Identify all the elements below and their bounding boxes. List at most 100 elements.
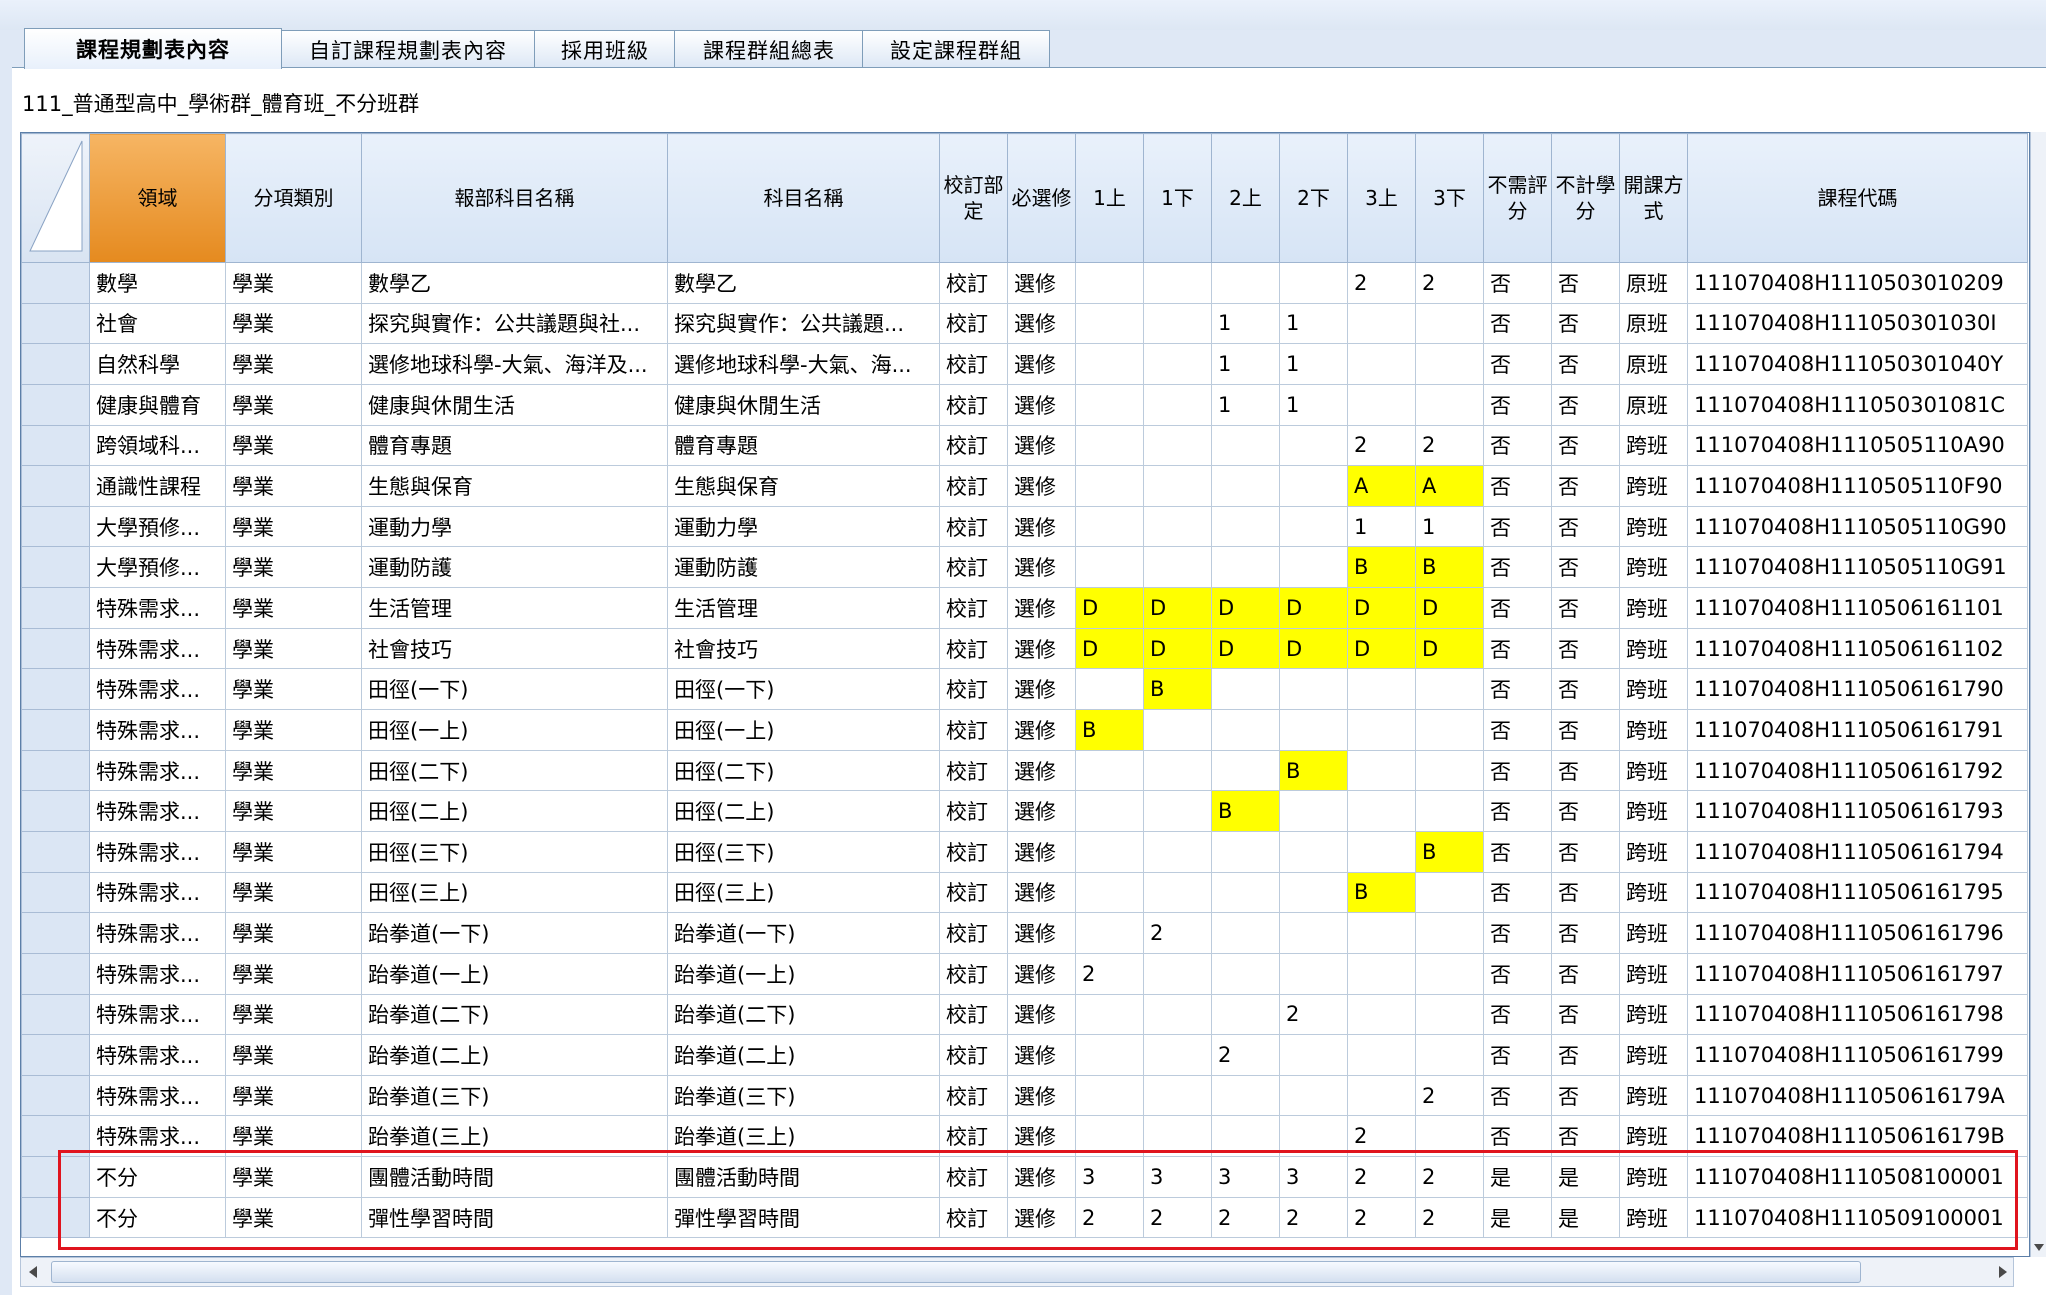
row-selector[interactable] [21, 993, 90, 1036]
column-header[interactable]: 報部科目名稱 [361, 133, 668, 263]
table-cell[interactable]: 跨班 [1619, 424, 1688, 467]
table-cell[interactable]: D [1279, 627, 1348, 670]
table-cell[interactable]: 選修 [1007, 1196, 1076, 1239]
table-cell[interactable]: 特殊需求... [89, 709, 226, 751]
table-cell[interactable] [1211, 830, 1280, 873]
table-cell[interactable]: 跆拳道(三下) [667, 1074, 940, 1117]
table-cell[interactable]: 大學預修... [89, 546, 226, 589]
table-cell[interactable] [1415, 952, 1484, 995]
table-cell[interactable]: D [1143, 627, 1212, 670]
table-cell[interactable]: 否 [1483, 383, 1552, 426]
table-cell[interactable]: 田徑(二上) [667, 790, 940, 832]
table-cell[interactable]: 否 [1551, 302, 1620, 345]
table-cell[interactable]: 選修 [1007, 546, 1076, 589]
table-cell[interactable] [1211, 749, 1280, 792]
table-row[interactable]: 大學預修... 學業 運動防護 運動防護 校訂 選修 B B 否否跨班 111070408H111… [21, 546, 2028, 589]
table-cell[interactable] [1143, 343, 1212, 385]
table-cell[interactable]: 3 [1143, 1156, 1212, 1198]
table-cell[interactable]: 運動防護 [361, 546, 668, 589]
table-cell[interactable]: 大學預修... [89, 505, 226, 548]
column-header[interactable]: 校訂部定 [939, 133, 1008, 263]
table-cell[interactable]: 否 [1551, 871, 1620, 914]
table-cell[interactable]: 否 [1551, 343, 1620, 385]
table-row[interactable]: 特殊需求... 學業 跆拳道(一下) 跆拳道(一下) 校訂 選修 2 否否跨班 11107040… [21, 912, 2028, 954]
table-cell[interactable]: 否 [1551, 709, 1620, 751]
table-cell[interactable] [1211, 1115, 1280, 1158]
table-cell[interactable] [1211, 262, 1280, 304]
table-cell[interactable]: 111070408H1110506161797 [1687, 952, 2028, 995]
table-cell[interactable] [1415, 993, 1484, 1036]
table-cell[interactable]: 1 [1211, 302, 1280, 345]
table-cell[interactable]: 學業 [225, 830, 362, 873]
table-cell[interactable] [1347, 952, 1416, 995]
row-selector[interactable] [21, 871, 90, 914]
table-cell[interactable] [1279, 790, 1348, 832]
table-cell[interactable]: 否 [1483, 668, 1552, 711]
table-row[interactable]: 特殊需求... 學業 跆拳道(二下) 跆拳道(二下) 校訂 選修 2 否否跨班 11107040… [21, 993, 2028, 1036]
table-cell[interactable]: 學業 [225, 302, 362, 345]
table-cell[interactable]: 校訂 [939, 1196, 1008, 1239]
table-cell[interactable]: 社會技巧 [667, 627, 940, 670]
table-cell[interactable]: 運動力學 [361, 505, 668, 548]
table-cell[interactable]: D [1415, 627, 1484, 670]
table-cell[interactable]: 跨班 [1619, 1034, 1688, 1076]
table-cell[interactable]: 校訂 [939, 343, 1008, 385]
table-cell[interactable] [1075, 993, 1144, 1036]
table-cell[interactable] [1279, 1034, 1348, 1076]
table-cell[interactable]: 否 [1483, 952, 1552, 995]
table-cell[interactable]: 2 [1415, 1074, 1484, 1117]
row-selector[interactable] [21, 1156, 90, 1198]
table-cell[interactable]: 111070408H1110509100001 [1687, 1196, 2028, 1239]
table-cell[interactable]: 跆拳道(一下) [667, 912, 940, 954]
table-cell[interactable] [1075, 424, 1144, 467]
table-cell[interactable]: 體育專題 [667, 424, 940, 467]
table-row[interactable]: 特殊需求... 學業 田徑(一上) 田徑(一上) 校訂 選修 B 否否跨班 111070408H… [21, 709, 2028, 751]
table-row[interactable]: 健康與體育 學業 健康與休閒生活 健康與休閒生活 校訂 選修 1 1 否否原班 111070408… [21, 383, 2028, 426]
row-selector[interactable] [21, 709, 90, 751]
table-cell[interactable] [1075, 790, 1144, 832]
table-cell[interactable] [1279, 262, 1348, 304]
row-selector[interactable] [21, 1034, 90, 1076]
table-cell[interactable]: 111070408H1110506161795 [1687, 871, 2028, 914]
table-cell[interactable] [1279, 465, 1348, 507]
table-cell[interactable]: 特殊需求... [89, 668, 226, 711]
table-row[interactable]: 特殊需求... 學業 跆拳道(三上) 跆拳道(三上) 校訂 選修 2 否否跨班 11107040… [21, 1115, 2028, 1158]
table-cell[interactable]: 111070408H111050301081C [1687, 383, 2028, 426]
table-cell[interactable] [1211, 871, 1280, 914]
table-cell[interactable]: 否 [1551, 790, 1620, 832]
table-cell[interactable]: 自然科學 [89, 343, 226, 385]
table-cell[interactable]: A [1347, 465, 1416, 507]
table-cell[interactable]: 否 [1483, 871, 1552, 914]
table-cell[interactable]: 社會技巧 [361, 627, 668, 670]
row-selector[interactable] [21, 627, 90, 670]
table-cell[interactable]: 學業 [225, 546, 362, 589]
table-cell[interactable]: 跆拳道(三上) [667, 1115, 940, 1158]
table-cell[interactable]: 111070408H1110506161791 [1687, 709, 2028, 751]
table-cell[interactable]: 選修 [1007, 871, 1076, 914]
column-header[interactable]: 2上 [1211, 133, 1280, 263]
table-cell[interactable]: 跨班 [1619, 709, 1688, 751]
table-cell[interactable] [1211, 424, 1280, 467]
table-cell[interactable]: 數學乙 [667, 262, 940, 304]
table-cell[interactable]: 原班 [1619, 383, 1688, 426]
table-cell[interactable]: 2 [1143, 912, 1212, 954]
table-cell[interactable] [1143, 790, 1212, 832]
table-cell[interactable]: 111070408H1110506161790 [1687, 668, 2028, 711]
table-cell[interactable] [1279, 912, 1348, 954]
table-cell[interactable]: 111070408H1110505110G90 [1687, 505, 2028, 548]
table-cell[interactable]: 否 [1551, 465, 1620, 507]
table-cell[interactable] [1143, 1034, 1212, 1076]
table-cell[interactable]: 校訂 [939, 1115, 1008, 1158]
table-cell[interactable]: 生態與保育 [667, 465, 940, 507]
table-cell[interactable]: 跨班 [1619, 1196, 1688, 1239]
table-cell[interactable]: 數學乙 [361, 262, 668, 304]
table-cell[interactable]: 跨班 [1619, 912, 1688, 954]
table-cell[interactable] [1415, 668, 1484, 711]
column-header[interactable]: 3上 [1347, 133, 1416, 263]
table-cell[interactable]: 數學 [89, 262, 226, 304]
table-cell[interactable]: 111070408H1110505110A90 [1687, 424, 2028, 467]
table-cell[interactable]: 選修 [1007, 1034, 1076, 1076]
table-cell[interactable]: 校訂 [939, 1034, 1008, 1076]
table-cell[interactable]: 校訂 [939, 1074, 1008, 1117]
table-cell[interactable]: 選修 [1007, 343, 1076, 385]
